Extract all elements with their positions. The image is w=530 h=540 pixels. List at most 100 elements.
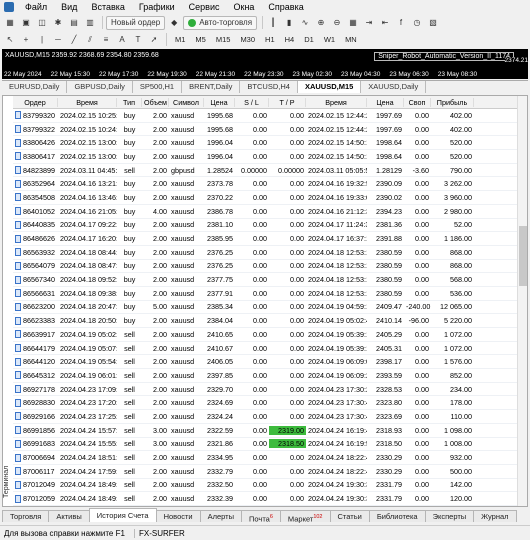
table-row[interactable]: 83799320 2024.02.15 10:25:02 buy 2.00 xauusd… <box>13 109 518 123</box>
terminal-tab[interactable]: Новости <box>155 510 201 522</box>
tf-m30[interactable]: M30 <box>235 35 260 44</box>
line-chart-icon[interactable]: ∿ <box>298 16 312 30</box>
table-row[interactable]: 86354508 2024.04.16 13:46:32 buy 2.00 xauusd… <box>13 191 518 205</box>
menu-insert[interactable]: Вставка <box>84 0 131 14</box>
table-row[interactable]: 84823899 2024.03.11 04:45:19 sell 2.00 gbpus… <box>13 164 518 178</box>
chart-tab[interactable]: XAUUSD,Daily <box>361 81 427 93</box>
templates-icon[interactable]: ▧ <box>426 16 440 30</box>
autotrading-button[interactable]: Авто-торговля <box>183 15 258 30</box>
terminal-icon[interactable]: ▤ <box>67 16 81 30</box>
tile-icon[interactable]: ▦ <box>346 16 360 30</box>
indicators-icon[interactable]: f <box>394 16 408 30</box>
table-row[interactable]: 86644179 2024.04.19 05:07:57 sell 2.00 xauus… <box>13 342 518 356</box>
menu-help[interactable]: Справка <box>261 0 310 14</box>
chart-tab[interactable]: XAUUSD,M15 <box>297 81 362 93</box>
table-row[interactable]: 87012059 2024.04.24 18:49:31 sell 2.00 xauus… <box>13 492 518 506</box>
terminal-tab[interactable]: Журнал <box>473 510 517 522</box>
table-row[interactable]: 86486626 2024.04.17 16:20:00 buy 2.00 xauusd… <box>13 232 518 246</box>
table-row[interactable]: 86645312 2024.04.19 06:01:56 sell 2.00 xauus… <box>13 369 518 383</box>
terminal-tab[interactable]: Активы <box>48 510 90 522</box>
column-header[interactable]: Символ <box>169 97 204 107</box>
label-tool-icon[interactable]: T <box>131 33 145 47</box>
column-header[interactable]: Цена <box>204 97 235 107</box>
zoom-out-icon[interactable]: ⊖ <box>330 16 344 30</box>
chart-tab[interactable]: BRENT,Daily <box>182 81 241 93</box>
table-row[interactable]: 83799322 2024.02.15 10:24:21 buy 2.00 xauusd… <box>13 123 518 137</box>
column-header[interactable]: Тип <box>117 97 142 107</box>
tf-m15[interactable]: M15 <box>211 35 236 44</box>
terminal-tab[interactable]: Эксперты <box>424 510 475 522</box>
candlestick-icon[interactable]: ▮ <box>282 16 296 30</box>
column-header[interactable]: Цена <box>367 97 404 107</box>
autoscroll-icon[interactable]: ⇥ <box>362 16 376 30</box>
navigator-icon[interactable]: ✱ <box>51 16 65 30</box>
table-row[interactable]: 86623200 2024.04.18 20:47:08 buy 5.00 xauusd… <box>13 301 518 315</box>
terminal-tab[interactable]: Алерты <box>199 510 243 522</box>
chart-tab[interactable]: SP500,H1 <box>133 81 183 93</box>
market-watch-icon[interactable]: ◫ <box>35 16 49 30</box>
vertical-line-icon[interactable]: | <box>35 33 49 47</box>
zoom-in-icon[interactable]: ⊕ <box>314 16 328 30</box>
terminal-tab[interactable]: История Счета <box>88 508 157 522</box>
table-row[interactable]: 87006694 2024.04.24 18:51:32 sell 2.00 xauus… <box>13 451 518 465</box>
tf-h1[interactable]: H1 <box>260 35 280 44</box>
trendline-icon[interactable]: ╱ <box>67 33 81 47</box>
profiles-icon[interactable]: ▣ <box>19 16 33 30</box>
table-row[interactable]: 86991856 2024.04.24 15:57:26 sell 3.00 xauus… <box>13 424 518 438</box>
chart-tab[interactable]: GBPUSD,Daily <box>67 81 133 93</box>
periods-icon[interactable]: ◷ <box>410 16 424 30</box>
channel-icon[interactable]: ⫽ <box>83 33 97 47</box>
table-row[interactable]: 83806417 2024.02.15 13:00:34 buy 2.00 xauusd… <box>13 150 518 164</box>
vertical-scrollbar[interactable] <box>517 96 527 506</box>
column-header[interactable]: Объем <box>142 97 169 107</box>
tf-w1[interactable]: W1 <box>319 35 340 44</box>
tf-m5[interactable]: M5 <box>190 35 210 44</box>
tf-mn[interactable]: MN <box>340 35 362 44</box>
new-order-button[interactable]: Новый ордер <box>106 15 166 30</box>
table-row[interactable]: 86440835 2024.04.17 09:22:11 buy 2.00 xauusd… <box>13 219 518 233</box>
column-header[interactable]: S / L <box>235 97 269 107</box>
tf-h4[interactable]: H4 <box>280 35 300 44</box>
price-chart[interactable]: XAUUSD,M15 2359.92 2368.69 2354.80 2359.… <box>2 49 528 79</box>
table-row[interactable]: 87006117 2024.04.24 17:59:47 sell 2.00 xauus… <box>13 465 518 479</box>
terminal-tab[interactable]: Маркет102 <box>279 510 331 524</box>
column-header[interactable]: T / P <box>269 97 306 107</box>
table-row[interactable]: 86566631 2024.04.18 09:38:45 buy 2.00 xauusd… <box>13 287 518 301</box>
menu-tools[interactable]: Сервис <box>182 0 227 14</box>
menu-view[interactable]: Вид <box>54 0 84 14</box>
table-row[interactable]: 86563932 2024.04.18 08:44:23 buy 2.00 xauusd… <box>13 246 518 260</box>
text-tool-icon[interactable]: A <box>115 33 129 47</box>
terminal-tab[interactable]: Библиотека <box>368 510 426 522</box>
column-header[interactable]: Время <box>58 97 117 107</box>
column-header[interactable]: Своп <box>404 97 431 107</box>
table-row[interactable]: 86639917 2024.04.19 05:02:30 sell 2.00 xauus… <box>13 328 518 342</box>
table-row[interactable]: 86929166 2024.04.23 17:25:08 sell 2.00 xauus… <box>13 410 518 424</box>
chart-shift-icon[interactable]: ⇤ <box>378 16 392 30</box>
bar-chart-icon[interactable]: ┃ <box>266 16 280 30</box>
column-header[interactable]: Время <box>306 97 367 107</box>
table-row[interactable]: 83806426 2024.02.15 13:00:25 buy 2.00 xauusd… <box>13 136 518 151</box>
table-row[interactable]: 86352964 2024.04.16 13:21:29 buy 2.00 xauusd… <box>13 177 518 192</box>
table-row[interactable]: 86991683 2024.04.24 15:55:52 sell 3.00 xauus… <box>13 438 518 452</box>
cursor-icon[interactable]: ↖ <box>3 33 17 47</box>
menu-charts[interactable]: Графики <box>132 0 182 14</box>
metaeditor-icon[interactable]: ◆ <box>167 16 181 30</box>
table-row[interactable]: 86623383 2024.04.18 20:50:10 buy 2.00 xauusd… <box>13 314 518 328</box>
chart-tab[interactable]: EURUSD,Daily <box>2 81 68 93</box>
fibonacci-icon[interactable]: ≡ <box>99 33 113 47</box>
table-row[interactable]: 86644120 2024.04.19 05:54:52 sell 2.00 xauus… <box>13 355 518 370</box>
tf-m1[interactable]: M1 <box>170 35 190 44</box>
horizontal-line-icon[interactable]: ─ <box>51 33 65 47</box>
column-header[interactable]: Прибыль <box>431 97 474 107</box>
table-row[interactable]: 86927178 2024.04.23 17:09:23 sell 2.00 xauus… <box>13 383 518 397</box>
table-row[interactable]: 86564079 2024.04.18 08:47:19 buy 2.00 xauusd… <box>13 260 518 274</box>
chart-tab[interactable]: BTCUSD,H4 <box>240 81 298 93</box>
crosshair-icon[interactable]: + <box>19 33 33 47</box>
table-row[interactable]: 86401052 2024.04.16 21:05:18 buy 4.00 xauusd… <box>13 205 518 219</box>
terminal-tab[interactable]: Статьи <box>329 510 370 522</box>
terminal-tab[interactable]: Торговля <box>2 510 50 522</box>
table-row[interactable]: 87012049 2024.04.24 18:49:20 sell 2.00 xauus… <box>13 479 518 493</box>
scrollbar-thumb[interactable] <box>519 226 527 286</box>
menu-file[interactable]: Файл <box>18 0 54 14</box>
tester-icon[interactable]: ▥ <box>83 16 97 30</box>
